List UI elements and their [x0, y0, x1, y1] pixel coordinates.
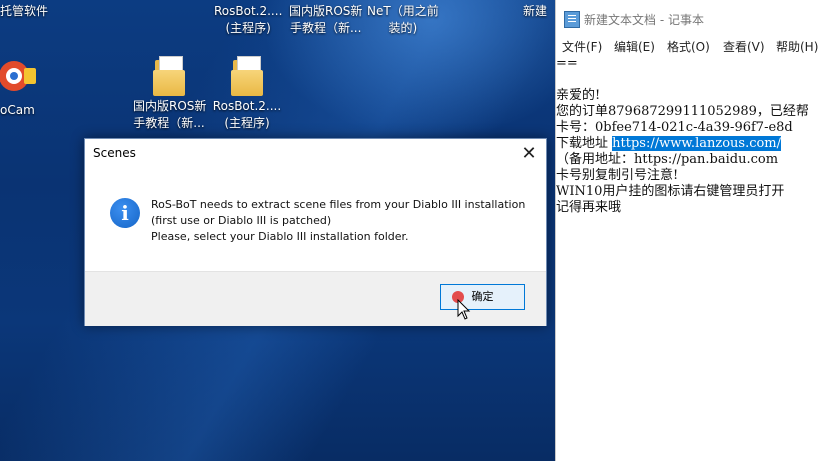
desktop-item-label: NeT（用之前 — [367, 4, 439, 18]
text-line: == — [556, 56, 578, 71]
desktop-item-label: RosBot.2.... — [214, 4, 283, 18]
notepad-titlebar[interactable]: 新建文本文档 - 记事本 — [556, 0, 819, 36]
desktop-item-label: 国内版ROS新 — [289, 4, 363, 18]
desktop-item-label: 国内版ROS新 — [133, 99, 207, 113]
scenes-dialog: Scenes ✕ i RoS-BoT needs to extract scen… — [84, 138, 547, 326]
menu-file[interactable]: 文件(F) — [562, 38, 602, 55]
text-line: 下载地址 https://www.lanzous.com/ — [556, 136, 782, 151]
menu-format[interactable]: 格式(O) — [667, 38, 710, 55]
message-line: RoS-BoT needs to extract scene files fro… — [151, 198, 526, 211]
menu-view[interactable]: 查看(V) — [723, 38, 765, 55]
text-line: （备用地址：https://pan.baidu.com — [556, 152, 779, 167]
close-button[interactable]: ✕ — [512, 139, 546, 169]
desktop-item-label: 手教程（新... — [289, 21, 362, 35]
text-line: 记得再来哦 — [556, 200, 622, 215]
desktop-item-rosbot-top[interactable]: RosBot.2.... (主程序) — [214, 3, 282, 37]
notepad-title: 新建文本文档 - 记事本 — [584, 13, 704, 27]
desktop-item-ocam-label[interactable]: oCam — [0, 102, 35, 119]
dialog-message: RoS-BoT needs to extract scene files fro… — [151, 197, 525, 245]
desktop-item-label: RosBot.2.... — [212, 99, 282, 113]
mouse-cursor-icon — [457, 299, 471, 320]
desktop-item-rosbot[interactable]: RosBot.2.... (主程序) — [211, 56, 283, 132]
desktop-item-xinjian-top[interactable]: 新建 — [523, 3, 547, 20]
desktop-item-label: (主程序) — [224, 116, 270, 130]
text-line: 卡号别复制引号注意! — [556, 168, 679, 183]
text-line: 您的订单879687299111052989，已经帮 — [556, 104, 809, 119]
dialog-title: Scenes — [93, 146, 136, 160]
ok-button-label: 确定 — [471, 290, 494, 303]
desktop-item-label: (主程序) — [225, 21, 271, 35]
desktop-item-net-top[interactable]: NeT（用之前 装的) — [367, 3, 439, 37]
text-line: 卡号：0bfee714-021c-4a39-96f7-e8d — [556, 120, 793, 135]
dialog-titlebar[interactable]: Scenes ✕ — [85, 139, 546, 169]
desktop-item-guonei[interactable]: 国内版ROS新 手教程（新... — [133, 56, 207, 132]
message-line: Please, select your Diablo III installat… — [151, 230, 409, 243]
notepad-icon — [564, 11, 580, 28]
message-line: (first use or Diablo III is patched) — [151, 214, 332, 227]
notepad-text-area[interactable]: == 亲爱的! 您的订单879687299111052989，已经帮 卡号：0b… — [556, 56, 819, 461]
menu-edit[interactable]: 编辑(E) — [614, 38, 655, 55]
desktop-item-tuoguan[interactable]: 托管软件 — [0, 3, 48, 20]
text-line-label: 下载地址 — [556, 136, 613, 151]
menu-help[interactable]: 帮助(H) — [776, 38, 818, 55]
folder-icon — [231, 56, 263, 96]
notepad-menubar: 文件(F) 编辑(E) 格式(O) 查看(V) 帮助(H) — [556, 36, 819, 56]
close-icon: ✕ — [521, 143, 537, 164]
text-line: WIN10用户挂的图标请右键管理员打开 — [556, 184, 785, 199]
dialog-body: i RoS-BoT needs to extract scene files f… — [85, 169, 546, 271]
ocam-app-icon[interactable] — [0, 58, 36, 94]
folder-icon — [153, 56, 185, 96]
desktop-item-label: 手教程（新... — [133, 116, 205, 130]
desktop-item-label: 装的) — [388, 21, 418, 35]
notepad-window: 新建文本文档 - 记事本 文件(F) 编辑(E) 格式(O) 查看(V) 帮助(… — [555, 0, 819, 461]
dialog-footer: 确定 — [85, 271, 546, 326]
text-line: 亲爱的! — [556, 88, 601, 103]
ok-button[interactable]: 确定 — [440, 284, 525, 310]
info-icon: i — [110, 198, 140, 228]
download-link-selection[interactable]: https://www.lanzous.com/ — [612, 136, 782, 151]
desktop-item-guonei-top[interactable]: 国内版ROS新 手教程（新... — [289, 3, 362, 37]
